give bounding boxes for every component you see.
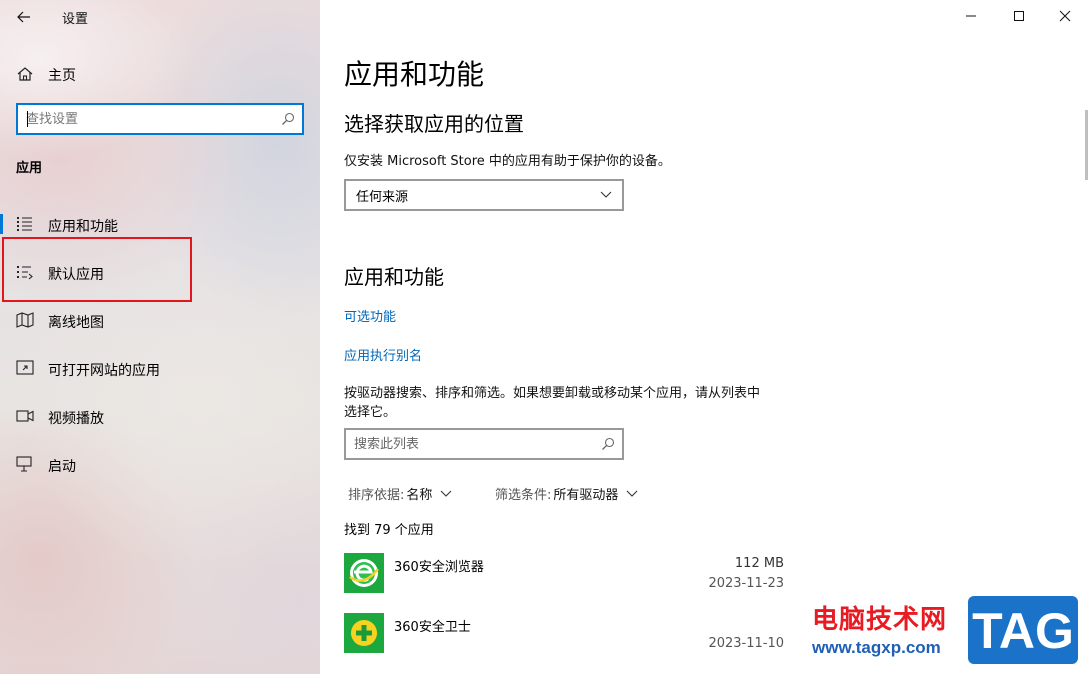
chevron-down-icon — [627, 490, 638, 497]
install-section-description: 仅安装 Microsoft Store 中的应用有助于保护你的设备。 — [344, 154, 671, 169]
app-list-item[interactable]: 360安全浏览器 112 MB 2023-11-23 — [344, 553, 784, 609]
search-icon[interactable] — [281, 112, 295, 126]
maximize-icon — [1014, 11, 1024, 21]
security-guard-360-icon — [344, 613, 384, 653]
sidebar: 设置 主页 应用 应用和功能 默认应用 — [0, 0, 320, 674]
window-title: 设置 — [62, 12, 89, 27]
annotation-highlight-box — [2, 237, 192, 302]
sidebar-item-label: 离线地图 — [48, 315, 104, 331]
description-line: 选择它。 — [344, 405, 397, 420]
sidebar-item-label: 应用和功能 — [48, 219, 118, 235]
apps-features-icon — [17, 217, 32, 231]
app-source-dropdown[interactable]: 任何来源 — [344, 179, 624, 211]
close-icon — [1059, 10, 1071, 22]
active-indicator — [0, 214, 3, 234]
chevron-down-icon — [600, 191, 612, 198]
optional-features-link[interactable]: 可选功能 — [344, 306, 396, 325]
text-cursor — [27, 111, 28, 127]
minimize-icon — [966, 15, 976, 17]
sidebar-item-video-playback[interactable]: 视频播放 — [0, 396, 320, 436]
video-playback-icon — [16, 410, 34, 422]
sort-value: 名称 — [406, 488, 433, 503]
watermark-text: 电脑技术网 — [812, 605, 948, 635]
apps-for-websites-icon — [16, 360, 34, 375]
sidebar-item-label: 视频播放 — [48, 411, 104, 427]
sidebar-item-startup[interactable]: 启动 — [0, 444, 320, 484]
home-icon — [17, 67, 33, 81]
sidebar-item-label: 可打开网站的应用 — [48, 363, 160, 379]
app-size: 112 MB — [734, 556, 784, 571]
dropdown-value: 任何来源 — [356, 189, 409, 205]
tag-logo-icon: TAG — [968, 596, 1078, 664]
filter-label: 筛选条件: — [495, 488, 552, 503]
sidebar-item-home[interactable]: 主页 — [0, 58, 320, 90]
app-name: 360安全浏览器 — [394, 560, 484, 575]
page-title: 应用和功能 — [344, 58, 485, 91]
minimize-button[interactable] — [948, 0, 994, 32]
app-execution-aliases-link[interactable]: 应用执行别名 — [344, 345, 422, 364]
install-section-heading: 选择获取应用的位置 — [344, 112, 524, 136]
back-arrow-icon — [17, 11, 30, 23]
app-date: 2023-11-10 — [708, 636, 784, 651]
app-name: 360安全卫士 — [394, 620, 471, 635]
sidebar-section-title: 应用 — [16, 161, 43, 176]
svg-text:TAG: TAG — [972, 603, 1074, 659]
sort-label: 排序依据: — [348, 488, 405, 503]
back-button[interactable] — [10, 6, 38, 28]
filter-by-control[interactable]: 筛选条件: 所有驱动器 — [495, 484, 638, 503]
sidebar-item-label: 启动 — [48, 459, 76, 475]
sidebar-item-apps-for-websites[interactable]: 可打开网站的应用 — [0, 348, 320, 388]
settings-search-input[interactable] — [18, 106, 268, 132]
browser-360-icon — [344, 553, 384, 593]
sidebar-item-offline-maps[interactable]: 离线地图 — [0, 300, 320, 340]
startup-icon — [16, 456, 32, 472]
apps-section-heading: 应用和功能 — [344, 265, 444, 289]
main-content: 应用和功能 选择获取应用的位置 仅安装 Microsoft Store 中的应用… — [320, 0, 1088, 674]
filter-value: 所有驱动器 — [553, 488, 619, 503]
offline-maps-icon — [16, 312, 34, 328]
titlebar-left: 设置 — [0, 0, 320, 34]
app-list-search-input[interactable] — [346, 430, 586, 458]
app-list-search-box[interactable] — [344, 428, 624, 460]
chevron-down-icon — [441, 490, 452, 497]
watermark-url: www.tagxp.com — [812, 638, 941, 657]
app-list-item[interactable]: 360安全卫士 2023-11-10 — [344, 613, 784, 669]
description-line: 按驱动器搜索、排序和筛选。如果想要卸载或移动某个应用，请从列表中 — [344, 386, 761, 401]
settings-search-box[interactable] — [16, 103, 304, 135]
close-button[interactable] — [1042, 0, 1088, 32]
apps-section-description: 按驱动器搜索、排序和筛选。如果想要卸载或移动某个应用，请从列表中 选择它。 — [344, 384, 760, 422]
app-date: 2023-11-23 — [708, 576, 784, 591]
search-icon[interactable] — [601, 437, 615, 451]
sort-by-control[interactable]: 排序依据: 名称 — [348, 484, 452, 503]
maximize-button[interactable] — [996, 0, 1042, 32]
app-count: 找到 79 个应用 — [344, 523, 434, 538]
sidebar-item-label: 主页 — [48, 68, 76, 84]
